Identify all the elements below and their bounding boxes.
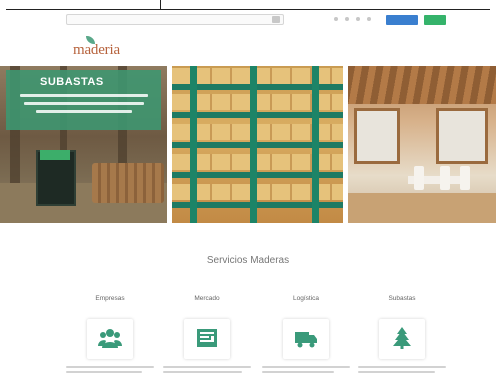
social-icon[interactable] <box>345 17 349 21</box>
rack-beam <box>190 66 197 223</box>
utility-bar <box>0 12 496 28</box>
search-icon[interactable] <box>272 16 280 23</box>
hero-panel-lumber[interactable] <box>172 66 343 223</box>
chair <box>440 166 450 190</box>
chair <box>460 166 470 190</box>
service-card-logistica[interactable]: Logística <box>256 295 356 387</box>
hero-banner: SUBASTAS <box>0 66 496 223</box>
service-label: Logística <box>292 295 320 302</box>
log-pile <box>92 163 164 203</box>
services-section: Empresas Mercado Logística Subastas <box>0 295 496 387</box>
top-frame-divider <box>160 0 161 10</box>
service-description <box>66 366 154 380</box>
register-button[interactable] <box>424 15 446 25</box>
wood-ceiling <box>348 66 496 104</box>
tree-icon <box>393 327 411 349</box>
chair <box>414 166 424 190</box>
hero-title: SUBASTAS <box>40 76 104 88</box>
logo-text: maderia <box>73 42 120 58</box>
hero-text-line <box>24 102 144 105</box>
logo[interactable]: maderia <box>73 36 145 58</box>
service-label: Subastas <box>388 295 416 302</box>
top-frame-rule <box>6 9 490 10</box>
service-description <box>358 366 446 380</box>
search-input[interactable] <box>70 15 266 24</box>
market-icon <box>197 329 217 347</box>
site-header: maderia <box>0 30 496 66</box>
harvester-cab <box>40 150 70 160</box>
hero-panel-forest[interactable]: SUBASTAS <box>0 66 167 223</box>
service-label: Empresas <box>95 295 125 302</box>
window <box>354 108 400 164</box>
service-description <box>262 366 350 380</box>
social-links <box>334 17 371 21</box>
service-card-empresas[interactable]: Empresas <box>60 295 160 387</box>
top-frame <box>0 0 496 10</box>
hero-overlay[interactable]: SUBASTAS <box>6 70 161 130</box>
service-label: Mercado <box>194 295 220 302</box>
people-icon <box>98 329 122 348</box>
service-description <box>163 366 251 380</box>
hero-text-line <box>20 94 148 97</box>
services-title: Servicios Maderas <box>206 255 290 266</box>
hero-panel-interior[interactable] <box>348 66 496 223</box>
service-icon-box[interactable] <box>379 319 425 359</box>
window <box>436 108 488 164</box>
rack-beam <box>250 66 257 223</box>
rack-beam <box>312 66 319 223</box>
service-card-subastas[interactable]: Subastas <box>352 295 452 387</box>
service-card-mercado[interactable]: Mercado <box>157 295 257 387</box>
social-icon[interactable] <box>334 17 338 21</box>
service-icon-box[interactable] <box>87 319 133 359</box>
service-icon-box[interactable] <box>283 319 329 359</box>
social-icon[interactable] <box>367 17 371 21</box>
service-icon-box[interactable] <box>184 319 230 359</box>
search-box[interactable] <box>66 14 284 25</box>
wood-floor <box>348 193 496 223</box>
login-button[interactable] <box>386 15 418 25</box>
social-icon[interactable] <box>356 17 360 21</box>
hero-text-line <box>36 110 132 113</box>
truck-icon <box>295 332 317 348</box>
